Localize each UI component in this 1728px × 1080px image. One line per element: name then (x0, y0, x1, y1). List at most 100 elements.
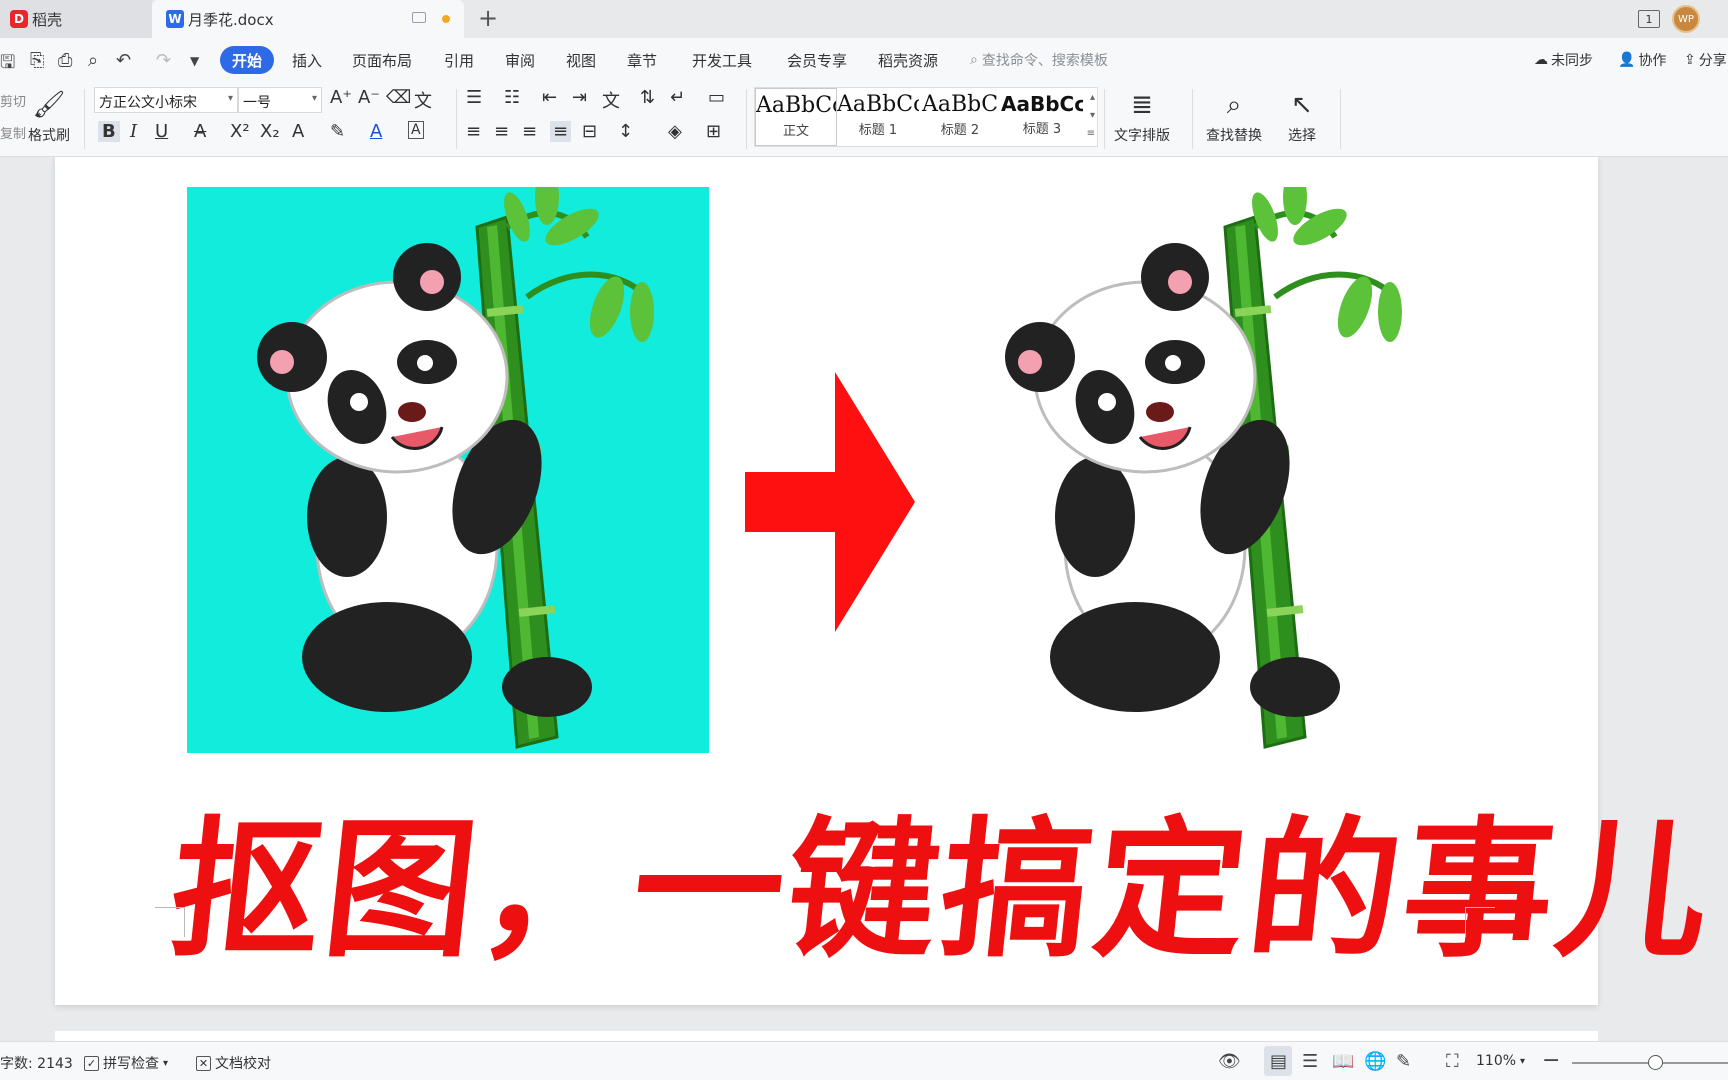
page-view-icon[interactable]: ▤ (1270, 1051, 1287, 1072)
strikethrough-icon[interactable]: A (194, 121, 206, 142)
eye-protection-icon[interactable]: 👁 (1218, 1051, 1241, 1072)
menu-docer-resources[interactable]: 稻壳资源 (878, 50, 938, 71)
menu-developer[interactable]: 开发工具 (692, 50, 752, 71)
cloud-icon: ☁ (1534, 52, 1548, 68)
outline-view-icon[interactable]: ☰ (1302, 1051, 1318, 1072)
shading-icon[interactable]: ◈ (668, 121, 682, 142)
bold-icon[interactable]: B (98, 121, 120, 142)
italic-icon[interactable]: I (130, 121, 137, 142)
style-normal[interactable]: AaBbCcD 正文 (755, 88, 837, 146)
avatar[interactable]: WP (1672, 5, 1700, 33)
text-layout-icon: ≣ (1131, 90, 1153, 120)
menu-home[interactable]: 开始 (220, 46, 274, 74)
write-mode-icon[interactable]: ✎ (1396, 1051, 1411, 1072)
line-spacing-icon[interactable]: ↕ (618, 121, 633, 142)
menu-references[interactable]: 引用 (444, 50, 474, 71)
doc-check-button[interactable]: ✕ 文档校对 (196, 1053, 271, 1073)
window-count-icon[interactable]: 1 (1638, 10, 1660, 28)
menu-page-layout[interactable]: 页面布局 (352, 50, 412, 71)
font-name-select[interactable]: 方正公文小标宋 ▾ (94, 87, 238, 113)
align-right-icon[interactable]: ≡ (522, 121, 537, 142)
chevron-up-icon[interactable]: ▴ (1090, 92, 1095, 103)
panda-cutout-image[interactable] (935, 169, 1455, 753)
word-count[interactable]: 字数: 2143 (0, 1053, 73, 1073)
font-color-icon[interactable]: A (370, 121, 382, 142)
phonetic-guide-icon[interactable]: 文 (414, 87, 432, 113)
save-icon[interactable]: 🖫 (0, 50, 15, 80)
panda-original-image[interactable] (187, 169, 709, 753)
highlight-icon[interactable]: ✎ (330, 121, 345, 142)
share-button[interactable]: ⇪ 分享 (1684, 50, 1727, 70)
tab-home[interactable]: D 稻壳 (0, 0, 152, 38)
export-pdf-icon[interactable]: ⎘ (30, 50, 44, 71)
format-painter-button[interactable]: 🖌 格式刷 (28, 85, 70, 145)
next-page[interactable] (55, 1031, 1598, 1041)
collab-button[interactable]: 👤 协作 (1618, 50, 1666, 70)
underline-icon[interactable]: U (155, 121, 168, 142)
clear-format-icon[interactable]: ⌫ (386, 87, 411, 108)
print-icon[interactable]: ⎙ (58, 50, 72, 71)
find-replace-button[interactable]: ⌕ 查找替换 (1206, 85, 1262, 145)
document-page[interactable]: 抠图，一键搞定的事儿 (55, 157, 1721, 1005)
grow-font-icon[interactable]: A⁺ (330, 87, 352, 108)
show-marks-icon[interactable]: ↵ (670, 87, 685, 108)
font-size-select[interactable]: 一号 ▾ (238, 87, 322, 113)
tab-document[interactable]: W 月季花.docx (152, 0, 464, 38)
menu-review[interactable]: 审阅 (505, 50, 535, 71)
panda-icon (257, 169, 654, 749)
shrink-font-icon[interactable]: A⁻ (358, 87, 380, 108)
zoom-select[interactable]: 110% ▾ (1476, 1053, 1525, 1069)
zoom-slider-handle[interactable] (1648, 1055, 1663, 1070)
chevron-down-icon[interactable]: ▾ (1090, 110, 1095, 121)
style-heading-2[interactable]: AaBbC 标题 2 (919, 88, 1001, 146)
select-button[interactable]: ↖ 选择 (1288, 85, 1316, 145)
style-heading-3[interactable]: AaBbCcI 标题 3 (1001, 88, 1083, 146)
menu-view[interactable]: 视图 (566, 50, 596, 71)
headline-text[interactable]: 抠图，一键搞定的事儿 (162, 769, 1721, 978)
bullet-list-icon[interactable]: ☰ (466, 87, 482, 108)
sort-icon[interactable]: ⇅ (640, 87, 655, 108)
zoom-out-icon[interactable]: − (1542, 1048, 1560, 1073)
text-layout-button[interactable]: ≣ 文字排版 (1114, 85, 1170, 145)
style-heading-1[interactable]: AaBbCcD 标题 1 (837, 88, 919, 146)
add-tab-icon[interactable]: + (478, 4, 498, 32)
font-name-value: 方正公文小标宋 (99, 95, 197, 111)
checkbox-icon: ✓ (84, 1055, 99, 1071)
decrease-indent-icon[interactable]: ⇤ (542, 87, 557, 108)
superscript-icon[interactable]: X² (230, 121, 250, 142)
command-search[interactable]: ⌕ 查找命令、搜索模板 (970, 50, 1108, 70)
search-icon: ⌕ (970, 52, 978, 68)
align-left-icon[interactable]: ≡ (466, 121, 481, 142)
unsaved-dot-icon (442, 15, 450, 23)
menu-chapter[interactable]: 章节 (627, 50, 657, 71)
subscript-icon[interactable]: X₂ (260, 121, 280, 142)
monitor-icon[interactable] (412, 12, 426, 23)
distributed-align-icon[interactable]: ⊟ (582, 121, 597, 142)
menu-insert[interactable]: 插入 (292, 50, 322, 71)
justify-icon[interactable]: ≡ (550, 121, 572, 142)
sync-button[interactable]: ☁ 未同步 (1534, 50, 1593, 70)
borders-icon[interactable]: ⊞ (706, 121, 721, 142)
customize-chevron-icon[interactable]: ▼ (190, 54, 199, 68)
fit-page-icon[interactable]: ⛶ (1446, 1051, 1459, 1072)
web-view-icon[interactable]: 🌐 (1364, 1051, 1386, 1072)
chinese-layout-icon[interactable]: 文 (602, 87, 620, 113)
text-layout-label: 文字排版 (1114, 128, 1170, 144)
undo-icon[interactable]: ↶ (116, 50, 131, 71)
char-border-icon[interactable]: A (408, 121, 424, 139)
print-preview-icon[interactable]: ⌕ (88, 50, 98, 71)
more-styles-icon[interactable]: ≡ (1087, 128, 1095, 139)
reading-view-icon[interactable]: 📖 (1332, 1051, 1354, 1072)
spell-check-button[interactable]: ✓ 拼写检查 ▾ (84, 1053, 168, 1073)
redo-icon[interactable]: ↷ (156, 50, 171, 71)
font-size-value: 一号 (243, 95, 271, 111)
increase-indent-icon[interactable]: ⇥ (572, 87, 587, 108)
menu-member[interactable]: 会员专享 (787, 50, 847, 71)
copy-button[interactable]: 复制 (0, 123, 26, 142)
align-center-icon[interactable]: ≡ (494, 121, 509, 142)
text-effect-icon[interactable]: A (292, 121, 304, 142)
numbered-list-icon[interactable]: ☷ (504, 87, 520, 108)
document-canvas[interactable]: 抠图，一键搞定的事儿 (0, 157, 1728, 1041)
ruler-icon[interactable]: ▭ (708, 87, 725, 108)
cut-button[interactable]: 剪切 (0, 91, 26, 110)
